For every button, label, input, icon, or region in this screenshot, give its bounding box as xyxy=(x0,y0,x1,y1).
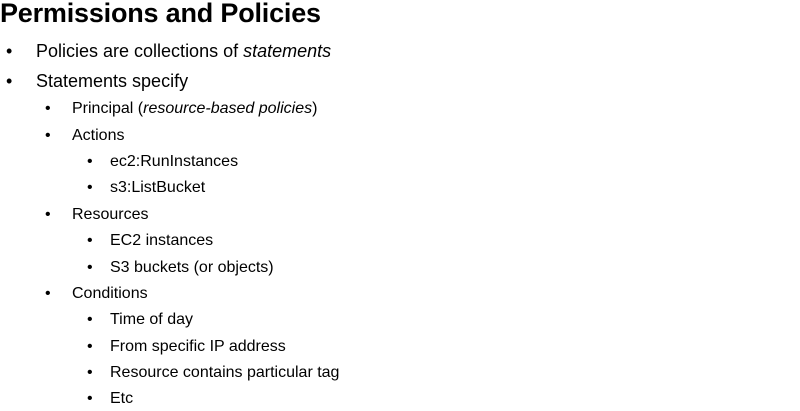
slide: Permissions and Policies • Policies are … xyxy=(0,0,800,411)
bullet-icon: • xyxy=(6,41,13,61)
bullet-icon: • xyxy=(87,232,93,249)
resource-text: S3 buckets (or objects) xyxy=(110,259,274,276)
bullet-text: Policies are collections of statements xyxy=(36,40,331,62)
condition-text: From specific IP address xyxy=(110,338,286,355)
policies-text: Policies are collections of xyxy=(36,41,244,61)
bullet-icon: • xyxy=(6,71,13,91)
bullet-icon: • xyxy=(87,311,93,328)
condition-text: Resource contains particular tag xyxy=(110,364,340,381)
condition-text: Etc xyxy=(110,390,134,407)
policies-emphasis: statements xyxy=(243,41,332,61)
principal-text: Principal (resource-based policies) xyxy=(72,98,317,120)
action-text: s3:ListBucket xyxy=(110,179,206,196)
resources-text: Resources xyxy=(72,206,149,223)
resource-text: EC2 instances xyxy=(110,232,214,249)
conditions-text: Conditions xyxy=(72,285,148,302)
bullet-icon: • xyxy=(87,390,93,407)
bullet-icon: • xyxy=(87,153,93,170)
bullet-icon: • xyxy=(87,364,93,381)
bullet-icon: • xyxy=(87,259,93,276)
action-text: ec2:RunInstances xyxy=(110,153,239,170)
actions-text: Actions xyxy=(72,127,125,144)
bullet-icon: • xyxy=(45,285,51,302)
bullet-icon: • xyxy=(87,179,93,196)
bullet-icon: • xyxy=(45,206,51,223)
bullet-icon: • xyxy=(45,100,51,117)
statements-text: Statements specify xyxy=(36,71,189,91)
bullet-icon: • xyxy=(45,127,51,144)
principal-prefix: Principal ( xyxy=(72,100,144,117)
principal-suffix: ) xyxy=(312,100,318,117)
condition-text: Time of day xyxy=(110,311,193,328)
slide-title: Permissions and Policies xyxy=(0,0,321,28)
bullet-icon: • xyxy=(87,338,93,355)
principal-emphasis: resource-based policies xyxy=(143,100,313,117)
